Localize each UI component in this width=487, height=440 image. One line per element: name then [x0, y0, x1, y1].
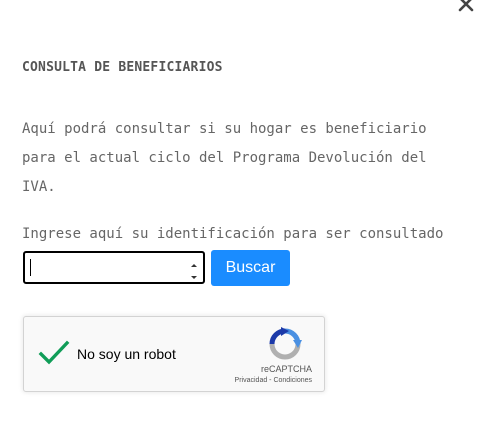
search-button[interactable]: Buscar: [211, 250, 290, 286]
recaptcha-logo-icon: [268, 327, 302, 361]
identification-field[interactable]: [23, 251, 205, 284]
page-title: CONSULTA DE BENEFICIARIOS: [22, 60, 223, 75]
spin-down-icon[interactable]: [188, 268, 200, 279]
description-line: IVA.: [22, 179, 56, 195]
checkmark-icon[interactable]: [38, 339, 70, 367]
close-icon[interactable]: [456, 0, 476, 14]
text-caret: [30, 259, 31, 276]
description-text: Aquí podrá consultar si su hogar es bene…: [22, 115, 477, 202]
recaptcha-links: Privacidad - Condiciones: [235, 377, 312, 384]
recaptcha-widget: No soy un robot reCAPTCHA Privacidad - C…: [23, 316, 325, 392]
description-line: Aquí podrá consultar si su hogar es bene…: [22, 121, 427, 137]
terms-link[interactable]: Condiciones: [273, 377, 312, 384]
recaptcha-brand: reCAPTCHA: [260, 364, 312, 374]
number-spinner[interactable]: [188, 256, 200, 279]
identification-input[interactable]: [25, 253, 185, 282]
identification-label: Ingrese aquí su identificación para ser …: [22, 226, 444, 242]
recaptcha-label: No soy un robot: [77, 346, 176, 362]
spin-up-icon[interactable]: [188, 256, 200, 267]
privacy-link[interactable]: Privacidad: [235, 377, 268, 384]
description-line: para el actual ciclo del Programa Devolu…: [22, 150, 427, 166]
